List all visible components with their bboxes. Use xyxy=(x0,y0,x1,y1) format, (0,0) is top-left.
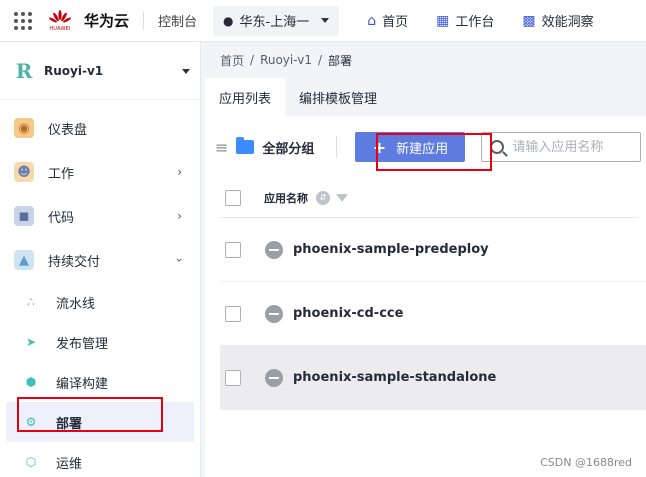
sidebar-item-label: 持续交付 xyxy=(48,254,101,270)
pipeline-icon: ∴ xyxy=(27,295,35,309)
apps-grid-icon[interactable] xyxy=(12,10,34,32)
nav-home[interactable]: ⌂ 首页 xyxy=(367,11,409,31)
code-icon: ◼ xyxy=(14,206,34,226)
list-toggle-icon[interactable]: ≡ xyxy=(215,138,228,157)
sidebar-item-label: 仪表盘 xyxy=(48,122,88,138)
row-checkbox[interactable] xyxy=(225,241,241,258)
sidebar-item-delivery[interactable]: ▲ 持续交付 › xyxy=(0,238,200,282)
home-icon: ⌂ xyxy=(367,12,377,29)
status-stopped-icon xyxy=(265,304,283,323)
select-all-checkbox[interactable] xyxy=(225,189,241,206)
breadcrumb-home[interactable]: 首页 xyxy=(220,52,244,69)
delivery-icon: ▲ xyxy=(14,250,34,270)
app-name-link[interactable]: phoenix-cd-cce xyxy=(293,306,403,321)
sidebar-item-work[interactable]: ☻ 工作 › xyxy=(0,150,200,194)
table-row[interactable]: phoenix-sample-standalone xyxy=(220,346,646,410)
nav-workbench-label: 工作台 xyxy=(455,15,495,30)
status-stopped-icon xyxy=(265,368,283,387)
row-checkbox[interactable] xyxy=(225,369,241,386)
sidebar-item-build[interactable]: ⬢ 编译构建 xyxy=(0,362,200,402)
release-icon: ➤ xyxy=(25,335,37,349)
breadcrumb-separator: / xyxy=(318,53,323,67)
sidebar-item-pipeline[interactable]: ∴ 流水线 xyxy=(0,282,200,322)
region-label: 华东-上海一 xyxy=(239,15,310,30)
nav-workbench[interactable]: ▦ 工作台 xyxy=(436,11,495,31)
sidebar-item-label: 编译构建 xyxy=(56,376,109,392)
workbench-icon: ▦ xyxy=(436,12,450,29)
huawei-logo[interactable]: HUAWEI xyxy=(46,9,74,32)
toolbar: ≡ 全部分组 + 新建应用 xyxy=(205,116,646,178)
brand-name[interactable]: 华为云 xyxy=(84,10,129,31)
sidebar-item-code[interactable]: ◼ 代码 › xyxy=(0,194,200,238)
plus-icon: + xyxy=(372,137,387,157)
region-selector[interactable]: ● 华东-上海一 xyxy=(213,5,340,36)
new-app-button-label: 新建应用 xyxy=(396,141,449,157)
row-checkbox[interactable] xyxy=(225,305,241,322)
divider xyxy=(143,11,145,30)
sidebar-item-release[interactable]: ➤ 发布管理 xyxy=(0,322,200,362)
sidebar-item-label: 部署 xyxy=(56,416,83,432)
search-box[interactable] xyxy=(481,132,642,162)
app-name-link[interactable]: phoenix-sample-standalone xyxy=(293,370,496,385)
project-logo-icon: R xyxy=(15,58,33,83)
sidebar-item-dashboard[interactable]: ◉ 仪表盘 xyxy=(0,106,200,150)
sidebar-item-label: 工作 xyxy=(48,166,75,182)
top-bar: HUAWEI 华为云 控制台 ● 华东-上海一 ⌂ 首页 ▦ 工作台 ▩ 效能洞… xyxy=(0,0,646,42)
sidebar-item-deploy[interactable]: ⚙ 部署 xyxy=(6,402,194,442)
sidebar-item-label: 发布管理 xyxy=(56,336,109,352)
search-icon xyxy=(490,140,505,154)
chevron-down-icon xyxy=(321,18,330,23)
breadcrumb-separator: / xyxy=(250,53,255,67)
breadcrumb: 首页 / Ruoyi-v1 / 部署 xyxy=(201,42,646,78)
nav-insight-label: 效能洞察 xyxy=(541,15,594,30)
sidebar: R Ruoyi-v1 ◉ 仪表盘 ☻ 工作 › ◼ 代码 › ▲ 持续交付 › … xyxy=(0,42,201,477)
nav-home-label: 首页 xyxy=(382,15,409,30)
chevron-down-icon xyxy=(182,69,190,74)
watermark: CSDN @1688red xyxy=(540,456,632,469)
breadcrumb-current: 部署 xyxy=(328,53,353,68)
build-icon: ⬢ xyxy=(25,375,37,389)
location-pin-icon: ● xyxy=(223,13,234,28)
tab-app-list[interactable]: 应用列表 xyxy=(205,78,286,116)
filter-icon[interactable] xyxy=(336,193,348,202)
project-switcher[interactable]: R Ruoyi-v1 xyxy=(0,42,200,100)
sidebar-menu: ◉ 仪表盘 ☻ 工作 › ◼ 代码 › ▲ 持续交付 › ∴ 流水线 ➤ 发布管… xyxy=(0,100,200,477)
chevron-right-icon: › xyxy=(177,165,182,179)
table-row[interactable]: phoenix-sample-predeploy xyxy=(220,218,646,282)
sort-icon[interactable]: ⇵ xyxy=(316,190,330,205)
console-link[interactable]: 控制台 xyxy=(158,11,197,30)
app-list-panel: ≡ 全部分组 + 新建应用 应用名称 ⇵ phoenix-sample-pred… xyxy=(205,116,646,477)
main-content: 首页 / Ruoyi-v1 / 部署 应用列表 编排模板管理 ≡ 全部分组 + … xyxy=(201,42,646,477)
app-name-link[interactable]: phoenix-sample-predeploy xyxy=(293,242,489,257)
sidebar-item-label: 流水线 xyxy=(56,296,96,312)
work-icon: ☻ xyxy=(14,162,34,182)
divider xyxy=(336,136,338,158)
status-stopped-icon xyxy=(265,240,283,259)
sidebar-item-ops[interactable]: ⬡ 运维 xyxy=(0,442,200,477)
tab-bar: 应用列表 编排模板管理 xyxy=(201,78,646,116)
dashboard-icon: ◉ xyxy=(14,118,34,138)
new-app-button[interactable]: + 新建应用 xyxy=(355,132,466,162)
breadcrumb-project[interactable]: Ruoyi-v1 xyxy=(260,53,312,67)
sidebar-item-label: 运维 xyxy=(56,456,83,472)
chart-icon: ▩ xyxy=(522,12,536,29)
table-header: 应用名称 ⇵ xyxy=(220,178,638,218)
sidebar-item-label: 代码 xyxy=(48,210,75,226)
chevron-right-icon: › xyxy=(177,209,182,223)
huawei-flower-icon xyxy=(49,9,71,23)
tab-template-management[interactable]: 编排模板管理 xyxy=(285,78,391,116)
project-name: Ruoyi-v1 xyxy=(44,63,104,78)
search-input[interactable] xyxy=(512,139,623,155)
chevron-up-icon: › xyxy=(172,257,187,263)
column-header-app-name: 应用名称 xyxy=(264,191,308,205)
table-row[interactable]: phoenix-cd-cce xyxy=(220,282,646,346)
logo-text: HUAWEI xyxy=(49,25,71,32)
nav-insight[interactable]: ▩ 效能洞察 xyxy=(522,11,594,31)
ops-icon: ⬡ xyxy=(25,455,37,469)
group-selector[interactable]: 全部分组 xyxy=(262,138,314,157)
deploy-icon: ⚙ xyxy=(25,415,37,429)
folder-icon xyxy=(236,137,255,154)
